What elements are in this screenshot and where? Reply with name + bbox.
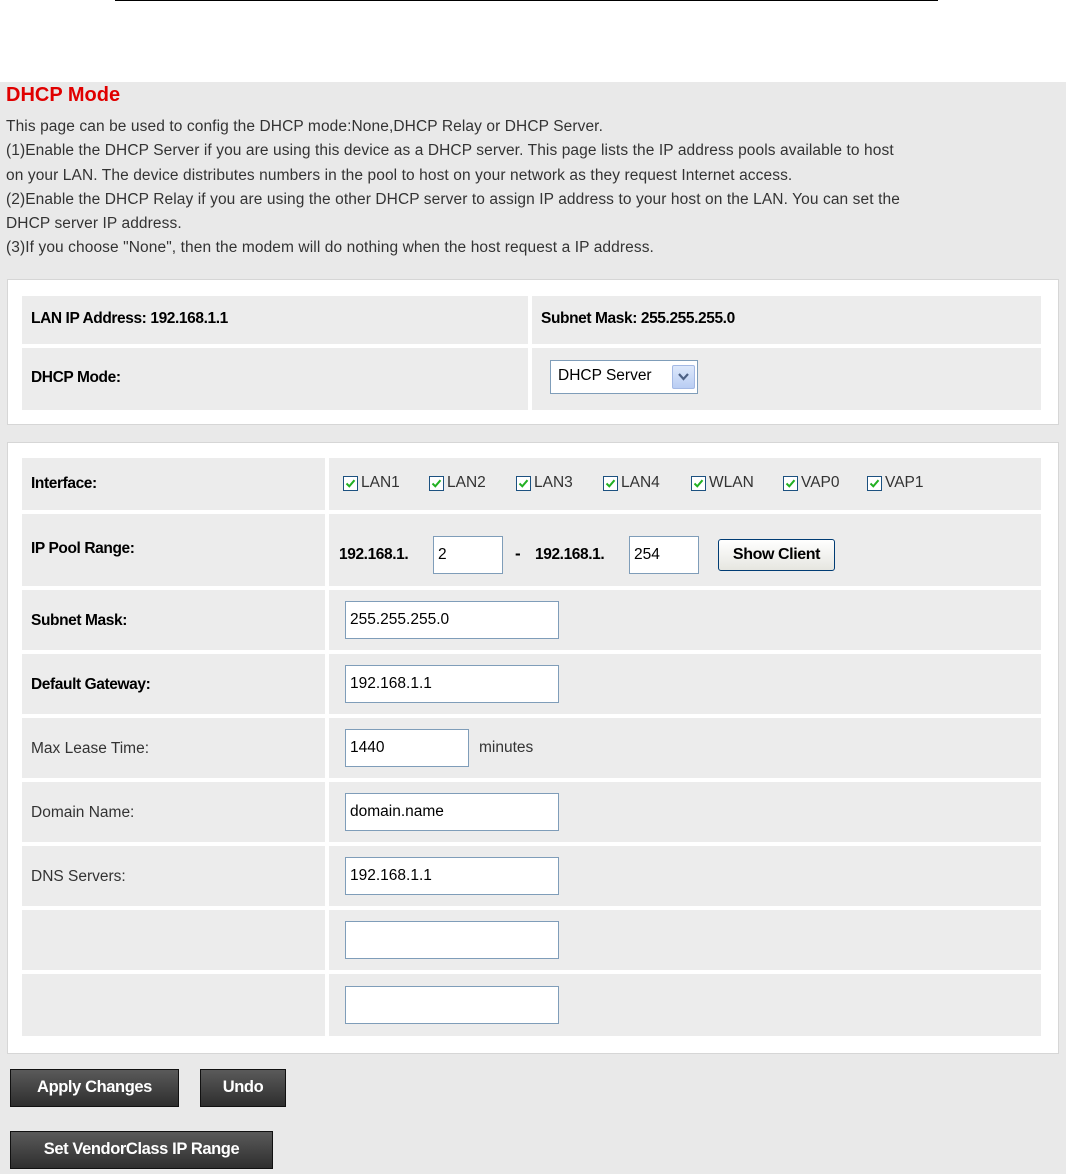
ip-pool-end-input[interactable]	[629, 536, 699, 574]
subnet-mask-label: Subnet Mask:	[31, 612, 127, 629]
dns-server-3-input[interactable]	[345, 986, 559, 1024]
checkmark-icon[interactable]	[343, 475, 358, 491]
lan-info-panel: LAN IP Address: 192.168.1.1 Subnet Mask:…	[7, 279, 1059, 425]
ip-pool-prefix-end: 192.168.1.	[535, 546, 605, 563]
checkmark-icon[interactable]	[603, 475, 618, 491]
default-gateway-input[interactable]	[345, 665, 559, 703]
undo-button[interactable]: Undo	[200, 1069, 286, 1107]
ip-pool-label: IP Pool Range:	[31, 540, 135, 557]
ip-pool-prefix-start: 192.168.1.	[339, 546, 409, 563]
subnet-mask-row: Subnet Mask:	[22, 590, 1041, 650]
ip-pool-dash: -	[515, 544, 521, 563]
checkbox-vap0[interactable]: VAP0	[783, 473, 840, 493]
checkbox-lan2[interactable]: LAN2	[429, 473, 486, 493]
dhcp-server-panel: Interface: LAN1 LAN2 LAN3 LAN4 WLAN VAP0…	[7, 442, 1059, 1054]
show-client-button[interactable]: Show Client	[718, 539, 835, 571]
description-line: on your LAN. The device distributes numb…	[6, 166, 793, 184]
default-gateway-row: Default Gateway:	[22, 654, 1041, 714]
ip-pool-row: IP Pool Range: 192.168.1. - 192.168.1. S…	[22, 514, 1041, 586]
max-lease-row: Max Lease Time: minutes	[22, 718, 1041, 778]
dhcp-mode-label: DHCP Mode:	[31, 369, 121, 386]
lan-ip-address: LAN IP Address: 192.168.1.1	[31, 310, 228, 327]
checkmark-icon[interactable]	[783, 475, 798, 491]
domain-name-input[interactable]	[345, 793, 559, 831]
description-line: (2)Enable the DHCP Relay if you are usin…	[6, 190, 900, 208]
dns-server-2-row	[22, 910, 1041, 970]
ip-pool-start-input[interactable]	[433, 536, 503, 574]
description-line: (1)Enable the DHCP Server if you are usi…	[6, 142, 894, 160]
checkmark-icon[interactable]	[691, 475, 706, 491]
domain-name-label: Domain Name:	[31, 804, 135, 821]
checkbox-lan1[interactable]: LAN1	[343, 473, 400, 493]
checkmark-icon[interactable]	[429, 475, 444, 491]
domain-name-row: Domain Name:	[22, 782, 1041, 842]
dns-server-1-input[interactable]	[345, 857, 559, 895]
checkbox-wlan[interactable]: WLAN	[691, 473, 754, 493]
checkbox-vap1[interactable]: VAP1	[867, 473, 924, 493]
dhcp-page: DHCP Mode This page can be used to confi…	[0, 82, 1066, 1174]
page-title: DHCP Mode	[6, 84, 121, 106]
lan-subnet-mask: Subnet Mask: 255.255.255.0	[541, 310, 735, 327]
dns-server-3-row	[22, 974, 1041, 1036]
set-vendorclass-ip-range-button[interactable]: Set VendorClass IP Range	[10, 1131, 273, 1169]
page-description: This page can be used to config the DHCP…	[6, 115, 1061, 261]
interface-row: Interface: LAN1 LAN2 LAN3 LAN4 WLAN VAP0…	[22, 458, 1041, 510]
dns-server-2-input[interactable]	[345, 921, 559, 959]
dns-servers-row: DNS Servers:	[22, 846, 1041, 906]
interface-checkbox-group: LAN1 LAN2 LAN3 LAN4 WLAN VAP0 VAP1	[329, 458, 1041, 510]
lease-unit-label: minutes	[479, 739, 534, 756]
dns-servers-label: DNS Servers:	[31, 868, 126, 885]
description-line: (3)If you choose "None", then the modem …	[6, 239, 654, 257]
subnet-mask-input[interactable]	[345, 601, 559, 639]
chevron-down-icon[interactable]	[672, 365, 695, 389]
top-rule	[115, 0, 938, 1]
apply-changes-button[interactable]: Apply Changes	[10, 1069, 179, 1107]
lan-ip-row: LAN IP Address: 192.168.1.1 Subnet Mask:…	[22, 296, 1041, 344]
checkmark-icon[interactable]	[516, 475, 531, 491]
dhcp-mode-select[interactable]: DHCP Server	[550, 360, 698, 394]
checkmark-icon[interactable]	[867, 475, 882, 491]
default-gateway-label: Default Gateway:	[31, 676, 151, 693]
max-lease-label: Max Lease Time:	[31, 740, 150, 757]
dhcp-mode-selected-value: DHCP Server	[558, 367, 652, 384]
interface-label: Interface:	[31, 475, 97, 492]
description-line: DHCP server IP address.	[6, 215, 182, 233]
checkbox-lan3[interactable]: LAN3	[516, 473, 573, 493]
max-lease-input[interactable]	[345, 729, 469, 767]
description-line: This page can be used to config the DHCP…	[6, 118, 603, 135]
checkbox-lan4[interactable]: LAN4	[603, 473, 660, 493]
dhcp-mode-row: DHCP Mode: DHCP Server	[22, 348, 1041, 410]
